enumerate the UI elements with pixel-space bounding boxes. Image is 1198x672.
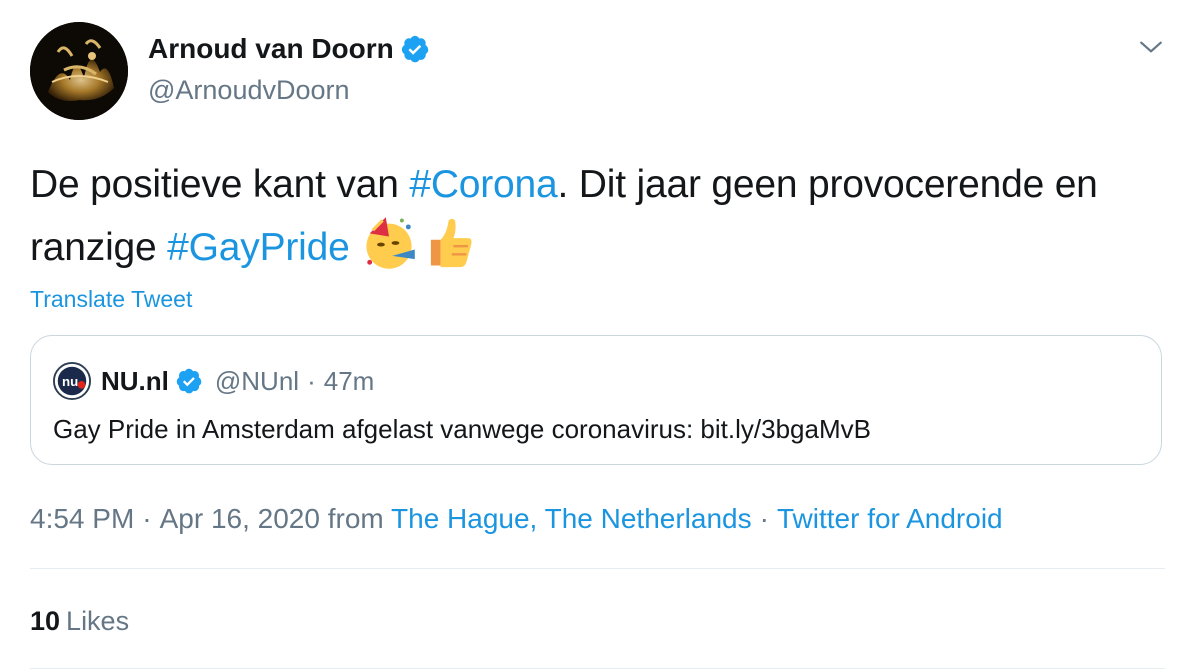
quoted-tweet[interactable]: nu NU.nl @NUnl · 47m Gay Pride in Amster… xyxy=(30,335,1162,465)
tweet-time[interactable]: 4:54 PM xyxy=(30,503,134,534)
tweet-metadata: 4:54 PM · Apr 16, 2020 from The Hague, The… xyxy=(30,501,1003,537)
separator-dot: · xyxy=(759,503,769,534)
likes-label: Likes xyxy=(66,606,130,636)
quoted-tweet-text: Gay Pride in Amsterdam afgelast vanwege … xyxy=(53,414,871,444)
likes-count: 10 xyxy=(30,606,61,636)
author-name[interactable]: Arnoud van Doorn xyxy=(148,31,430,67)
party-face-emoji-icon xyxy=(366,217,416,269)
tweet-date[interactable]: Apr 16, 2020 from xyxy=(160,503,384,534)
author-handle[interactable]: @ArnoudvDoorn xyxy=(148,72,350,108)
separator-dot: · xyxy=(142,503,152,534)
tweet-location-link[interactable]: The Hague, The Netherlands xyxy=(391,503,752,534)
translate-tweet-link[interactable]: Translate Tweet xyxy=(30,284,192,314)
author-name-text[interactable]: Arnoud van Doorn xyxy=(148,31,394,67)
tweet-card: Arnoud van Doorn @ArnoudvDoorn De positi… xyxy=(0,0,1198,672)
nunl-logo-icon[interactable]: nu xyxy=(53,362,91,400)
thumbs-up-emoji-icon xyxy=(431,218,472,268)
divider xyxy=(30,668,1165,669)
tweet-text: De positieve kant van #Corona. Dit jaar … xyxy=(30,156,1160,277)
chevron-down-icon[interactable] xyxy=(1138,34,1164,60)
verified-badge-icon xyxy=(176,368,202,394)
nunl-logo-text: nu xyxy=(62,374,78,389)
quoted-timestamp[interactable]: 47m xyxy=(324,366,375,397)
tweet-text-part: De positieve kant van xyxy=(30,163,410,206)
tweet-source-link[interactable]: Twitter for Android xyxy=(777,503,1003,534)
divider xyxy=(30,568,1165,569)
hashtag-gaypride[interactable]: #GayPride xyxy=(167,226,350,269)
author-avatar[interactable] xyxy=(30,22,128,120)
quoted-tweet-header: nu NU.nl @NUnl · 47m xyxy=(53,362,374,400)
likes-stat[interactable]: 10 Likes xyxy=(30,603,129,639)
hashtag-corona[interactable]: #Corona xyxy=(409,163,557,206)
quoted-author-name[interactable]: NU.nl xyxy=(101,366,169,397)
quoted-author-handle[interactable]: @NUnl xyxy=(215,366,299,397)
verified-badge-icon xyxy=(401,35,429,63)
separator-dot: · xyxy=(307,365,316,396)
